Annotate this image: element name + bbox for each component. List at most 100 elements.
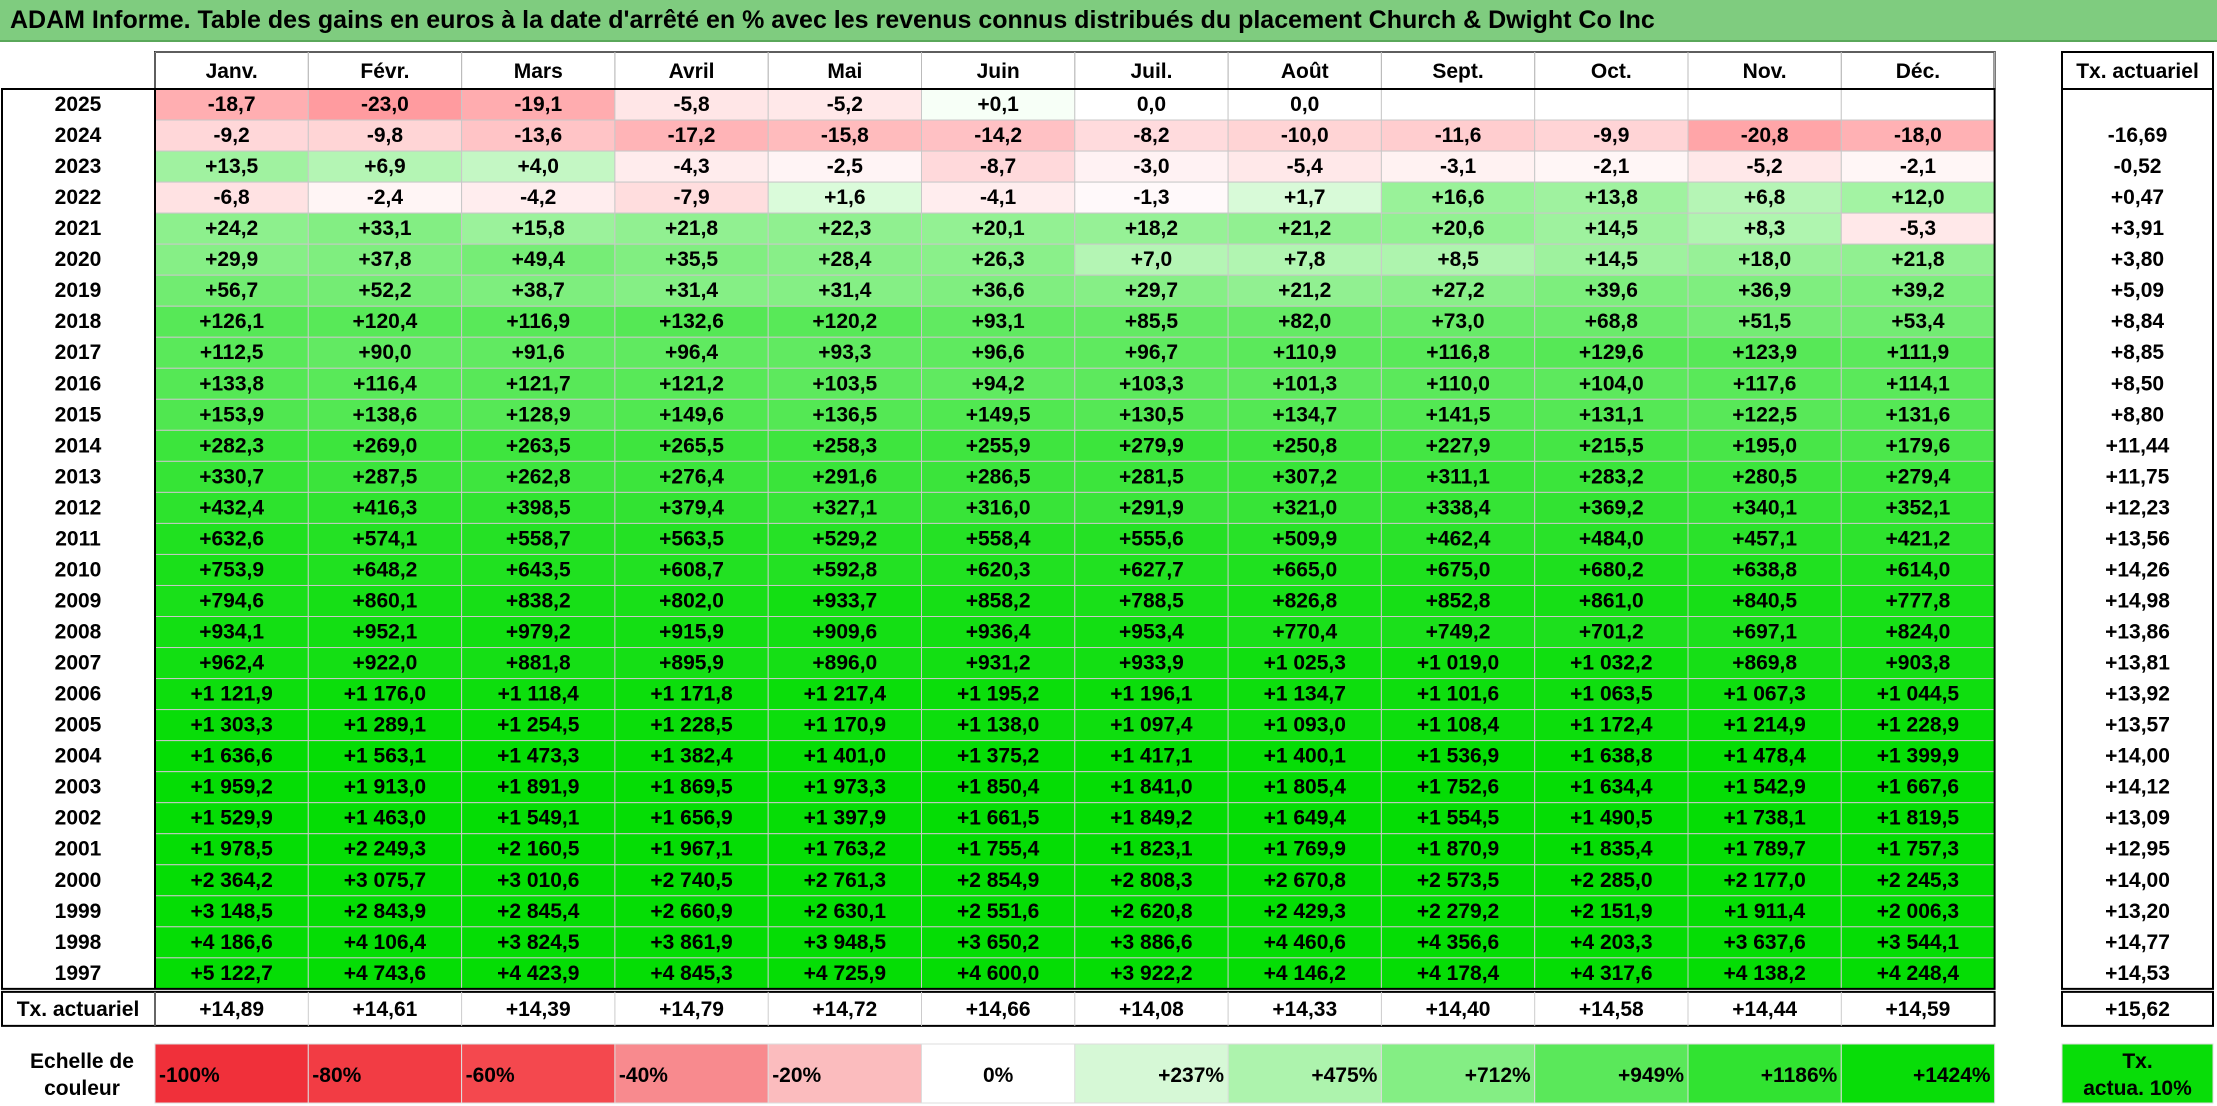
rate-value: +13,09 — [2105, 807, 2170, 830]
year-label: 2013 — [55, 465, 102, 488]
footer-label: Tx. actuariel — [17, 998, 140, 1021]
cell-value: +614,0 — [1886, 558, 1951, 581]
month-header: Août — [1281, 60, 1329, 83]
cell-value: +131,6 — [1886, 403, 1951, 426]
footer-value: +14,44 — [1732, 998, 1797, 1021]
cell-value: +1 176,0 — [344, 683, 426, 706]
cell-value: +265,5 — [659, 434, 724, 457]
cell-value: -13,6 — [514, 124, 562, 147]
cell-value: +777,8 — [1886, 589, 1951, 612]
cell-value: -4,2 — [520, 186, 556, 209]
cell-value: +933,7 — [812, 589, 877, 612]
cell-value: +1 171,8 — [650, 683, 733, 706]
cell-value: +648,2 — [353, 558, 418, 581]
month-header: Oct. — [1591, 60, 1632, 83]
cell-value: +1 738,1 — [1723, 807, 1806, 830]
cell-value: -18,7 — [208, 93, 256, 116]
cell-value: +279,4 — [1886, 465, 1951, 488]
cell-value: +1 789,7 — [1723, 838, 1805, 861]
year-label: 2017 — [55, 341, 102, 364]
cell-value: +934,1 — [199, 621, 264, 644]
cell-value: +1 101,6 — [1417, 683, 1499, 706]
cell-value: +1 134,7 — [1264, 683, 1346, 706]
rate-value: +14,00 — [2105, 745, 2170, 768]
rate-value: +8,84 — [2111, 310, 2164, 333]
legend-label: 0% — [983, 1064, 1014, 1087]
cell-value: +96,7 — [1125, 341, 1178, 364]
cell-value: +38,7 — [512, 279, 565, 302]
legend-label: -20% — [772, 1064, 821, 1087]
cell-value: +131,1 — [1579, 403, 1644, 426]
legend-label: couleur — [44, 1077, 120, 1100]
cell-value: +979,2 — [506, 621, 571, 644]
cell-value: +3 650,2 — [957, 931, 1039, 954]
cell-value: +4 845,3 — [650, 962, 732, 985]
cell-value: +21,2 — [1278, 217, 1331, 240]
year-label: 1998 — [55, 931, 102, 954]
cell-value: +340,1 — [1732, 496, 1797, 519]
rate-value: +14,98 — [2105, 589, 2170, 612]
cell-value: +903,8 — [1886, 652, 1951, 675]
cell-value: +1 025,3 — [1264, 652, 1346, 675]
rate-value: +3,80 — [2111, 248, 2164, 271]
cell-value: +82,0 — [1278, 310, 1331, 333]
cell-value: +555,6 — [1119, 527, 1184, 550]
cell-value: +1 196,1 — [1110, 683, 1193, 706]
cell-value: +4 725,9 — [804, 962, 886, 985]
month-header: Nov. — [1743, 60, 1787, 83]
cell-value: +269,0 — [353, 434, 418, 457]
cell-value: +286,5 — [966, 465, 1031, 488]
rate-value: +14,00 — [2105, 869, 2170, 892]
cell-value: +123,9 — [1732, 341, 1797, 364]
cell-value: +1 667,6 — [1877, 776, 1959, 799]
cell-value: -4,3 — [673, 155, 709, 178]
cell-value: +1 823,1 — [1110, 838, 1193, 861]
cell-value: +1 841,0 — [1110, 776, 1192, 799]
cell-value: +933,9 — [1119, 652, 1184, 675]
year-label: 2019 — [55, 279, 102, 302]
cell-value: +195,0 — [1732, 434, 1797, 457]
cell-value: +3 886,6 — [1110, 931, 1192, 954]
cell-value: +22,3 — [818, 217, 871, 240]
cell-value: +2 177,0 — [1723, 869, 1805, 892]
cell-value: +1 638,8 — [1570, 745, 1653, 768]
cell-value: +85,5 — [1125, 310, 1178, 333]
cell-value: +21,8 — [665, 217, 718, 240]
footer-value: +14,33 — [1272, 998, 1337, 1021]
footer-value: +14,79 — [659, 998, 724, 1021]
cell-value: +2 573,5 — [1417, 869, 1500, 892]
cell-value: +1 217,4 — [804, 683, 887, 706]
cell-value: +1 891,9 — [497, 776, 579, 799]
cell-value: +56,7 — [205, 279, 258, 302]
cell-value: +1 850,4 — [957, 776, 1040, 799]
year-label: 2025 — [55, 93, 102, 116]
footer-value: +14,40 — [1426, 998, 1491, 1021]
cell-value: +558,4 — [966, 527, 1031, 550]
cell-value: +931,2 — [966, 652, 1031, 675]
cell-value: +1 536,9 — [1417, 745, 1499, 768]
rate-value: +14,12 — [2105, 776, 2170, 799]
cell-value: +1 554,5 — [1417, 807, 1500, 830]
cell-value: +4 178,4 — [1417, 962, 1500, 985]
footer-value: +14,66 — [966, 998, 1031, 1021]
cell-value: +1,6 — [824, 186, 865, 209]
cell-value: +104,0 — [1579, 372, 1644, 395]
cell-value: +1 763,2 — [804, 838, 886, 861]
cell-value: -23,0 — [361, 93, 409, 116]
cell-value: +1 170,9 — [804, 714, 886, 737]
cell-value: +915,9 — [659, 621, 724, 644]
cell-value: -5,3 — [1900, 217, 1936, 240]
footer-value: +14,89 — [199, 998, 264, 1021]
year-label: 2007 — [55, 652, 102, 675]
rate-value: +8,50 — [2111, 372, 2164, 395]
rate-value: +3,91 — [2111, 217, 2164, 240]
year-label: 2018 — [55, 310, 102, 333]
footer-value: +14,72 — [812, 998, 877, 1021]
cell-value: +1 401,0 — [804, 745, 886, 768]
cell-value: +4,0 — [518, 155, 559, 178]
cell-value: +2 660,9 — [650, 900, 732, 923]
cell-value: +398,5 — [506, 496, 571, 519]
year-label: 2003 — [55, 776, 102, 799]
cell-value: +1 303,3 — [190, 714, 272, 737]
cell-value: +114,1 — [1886, 372, 1950, 395]
